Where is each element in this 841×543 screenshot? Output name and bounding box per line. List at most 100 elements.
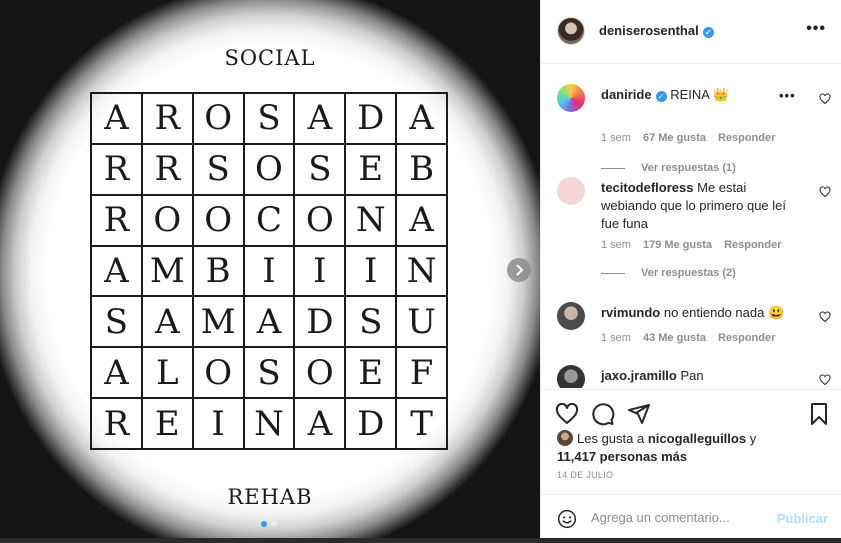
grid-cell: T	[396, 398, 447, 449]
grid-cell: I	[192, 398, 244, 449]
share-icon[interactable]	[627, 402, 651, 426]
likes-summary: Les gusta a nicogalleguillos y 11,417 pe…	[557, 430, 827, 466]
grid-cell: N	[243, 398, 295, 449]
grid-cell: D	[294, 296, 346, 348]
comment-item: rvimundo no entiendo nada 😃 1 sem 43 Me …	[557, 302, 841, 348]
comment-text: rvimundo no entiendo nada 😃	[601, 304, 801, 322]
grid-cell: E	[345, 347, 397, 399]
comment-like-heart-icon[interactable]	[819, 311, 831, 323]
liker-avatar[interactable]	[557, 430, 573, 446]
view-replies-label[interactable]: Ver respuestas (1)	[641, 162, 736, 174]
carousel-next-button[interactable]	[507, 258, 531, 282]
comment-likes[interactable]: 43 Me gusta	[643, 332, 706, 344]
comment-reply-button[interactable]: Responder	[718, 332, 775, 344]
poster-title-top: SOCIAL	[224, 46, 316, 70]
grid-cell: I	[243, 245, 295, 297]
comment-icon[interactable]	[591, 402, 615, 426]
grid-cell: S	[192, 143, 244, 195]
grid-cell: E	[141, 398, 193, 449]
view-replies-label[interactable]: Ver respuestas (2)	[641, 267, 736, 279]
grid-cell: F	[396, 347, 447, 399]
comment-username[interactable]: daniride	[601, 87, 652, 102]
likes-others-link[interactable]: 11,417 personas más	[557, 449, 687, 464]
post-date[interactable]: 14 DE JULIO	[557, 470, 613, 480]
grid-cell: N	[396, 245, 447, 297]
grid-cell: A	[243, 296, 295, 348]
comment-item: jaxo.jramillo Pan	[557, 365, 841, 388]
grid-cell: S	[91, 296, 142, 348]
grid-cell: D	[345, 398, 397, 449]
chevron-right-icon	[516, 264, 524, 276]
grid-cell: A	[141, 296, 193, 348]
comment-likes[interactable]: 179 Me gusta	[643, 239, 712, 251]
grid-cell: O	[294, 194, 346, 246]
grid-cell: O	[192, 93, 244, 144]
comment-reply-button[interactable]: Responder	[718, 132, 775, 144]
liker-username[interactable]: nicogalleguillos	[648, 431, 746, 446]
likes-prefix: Les gusta a	[577, 431, 645, 446]
comment-avatar[interactable]	[557, 84, 585, 112]
grid-cell: I	[294, 245, 346, 297]
grid-cell: I	[345, 245, 397, 297]
grid-cell: M	[141, 245, 193, 297]
grid-cell: A	[396, 194, 447, 246]
comment-content: no entiendo nada 😃	[663, 305, 785, 320]
grid-cell: C	[243, 194, 295, 246]
emoji-icon[interactable]	[557, 509, 577, 529]
heart-icon[interactable]	[555, 402, 579, 426]
comment-options-button[interactable]: •••	[779, 88, 796, 103]
grid-cell: M	[192, 296, 244, 348]
grid-cell: A	[91, 245, 142, 297]
comment-username[interactable]: rvimundo	[601, 305, 660, 320]
comment-text: daniride ✓ REINA 👑	[601, 86, 801, 104]
grid-cell: O	[243, 143, 295, 195]
comment-input[interactable]	[591, 505, 771, 529]
grid-cell: U	[396, 296, 447, 348]
comment-avatar[interactable]	[557, 177, 585, 205]
more-options-button[interactable]: •••	[806, 20, 826, 38]
comment-like-heart-icon[interactable]	[819, 93, 831, 105]
comment-text: tecitodefloress Me estai webiando que lo…	[601, 179, 801, 233]
poster-title-bottom: REHAB	[227, 485, 313, 509]
view-replies-button[interactable]: Ver respuestas (2)	[601, 267, 736, 279]
comment-content: REINA 👑	[670, 87, 730, 102]
owner-username[interactable]: deniserosenthal ✓	[599, 23, 714, 38]
verified-badge-icon: ✓	[655, 91, 667, 102]
owner-username-text[interactable]: deniserosenthal	[599, 23, 699, 38]
owner-avatar[interactable]	[557, 17, 585, 45]
publish-button[interactable]: Publicar	[777, 511, 828, 526]
comment-list[interactable]: daniride ✓ REINA 👑 ••• 1 sem 67 Me gusta …	[541, 65, 841, 388]
comment-composer: Publicar	[541, 494, 841, 540]
grid-cell: R	[91, 194, 142, 246]
comment-meta: 1 sem 67 Me gusta Responder	[601, 132, 775, 144]
comment-like-heart-icon[interactable]	[819, 374, 831, 386]
grid-cell: D	[345, 93, 397, 144]
comment-reply-button[interactable]: Responder	[724, 239, 781, 251]
comment-username[interactable]: tecitodefloress	[601, 180, 693, 195]
grid-cell: A	[91, 93, 142, 144]
comment-avatar[interactable]	[557, 365, 585, 388]
grid-cell: O	[192, 194, 244, 246]
grid-cell: A	[294, 398, 346, 449]
grid-cell: O	[192, 347, 244, 399]
comment-like-heart-icon[interactable]	[819, 186, 831, 198]
comment-content: Pan	[680, 368, 704, 383]
word-search-grid: AROSADARRSOSEBROOCONAAMBIIINSAMADSUALOSO…	[90, 92, 448, 450]
comment-username[interactable]: jaxo.jramillo	[601, 368, 677, 383]
grid-cell: R	[141, 143, 193, 195]
view-replies-button[interactable]: Ver respuestas (1)	[601, 162, 736, 174]
bookmark-icon[interactable]	[807, 402, 831, 426]
comment-avatar[interactable]	[557, 302, 585, 330]
replies-divider	[601, 167, 625, 169]
replies-divider	[601, 272, 625, 274]
grid-cell: O	[294, 347, 346, 399]
post-image[interactable]: SOCIAL AROSADARRSOSEBROOCONAAMBIIINSAMAD…	[0, 0, 540, 543]
grid-cell: A	[396, 93, 447, 144]
comment-item: daniride ✓ REINA 👑 ••• 1 sem 67 Me gusta …	[557, 84, 841, 174]
grid-cell: E	[345, 143, 397, 195]
comment-age: 1 sem	[601, 332, 631, 344]
comment-meta: 1 sem 179 Me gusta Responder	[601, 239, 782, 251]
grid-cell: A	[294, 93, 346, 144]
likes-and: y	[749, 431, 757, 446]
comment-likes[interactable]: 67 Me gusta	[643, 132, 706, 144]
